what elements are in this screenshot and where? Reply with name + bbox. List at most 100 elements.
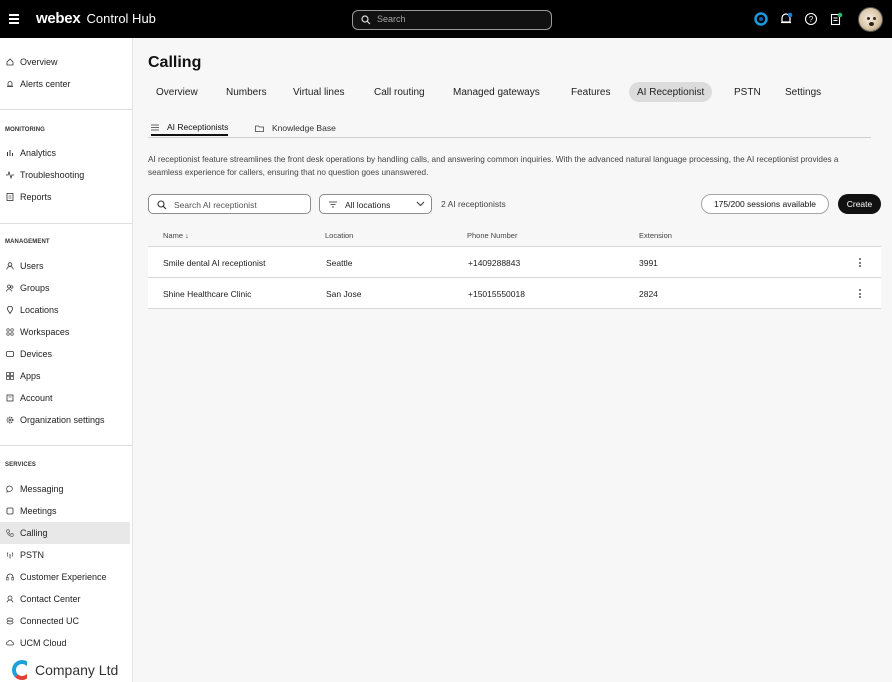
sidebar-item-meetings[interactable]: Meetings bbox=[0, 500, 130, 522]
cell-extension: 2824 bbox=[639, 289, 658, 299]
sidebar-divider bbox=[0, 109, 132, 110]
company-logo-icon bbox=[12, 660, 27, 680]
column-header-extension: Extension bbox=[639, 231, 672, 240]
row-more-options-icon[interactable] bbox=[859, 258, 862, 267]
list-icon bbox=[151, 124, 159, 130]
workspace-icon bbox=[6, 328, 14, 336]
gear-icon bbox=[6, 416, 14, 424]
feature-description: AI receptionist feature streamlines the … bbox=[148, 155, 839, 177]
cell-phone: +15015550018 bbox=[468, 289, 525, 299]
sidebar-item-groups[interactable]: Groups bbox=[0, 277, 130, 299]
cell-name: Smile dental AI receptionist bbox=[163, 258, 266, 268]
sidebar-item-account[interactable]: Account bbox=[0, 387, 130, 409]
section-label-management: MANAGEMENT bbox=[5, 239, 50, 245]
cell-phone: +1409288843 bbox=[468, 258, 521, 268]
table-row[interactable]: Smile dental AI receptionist Seattle +14… bbox=[148, 247, 881, 278]
device-icon bbox=[6, 350, 14, 358]
bell-icon bbox=[6, 80, 14, 88]
tasks-icon[interactable] bbox=[829, 12, 843, 26]
chevron-down-icon bbox=[416, 201, 425, 207]
tab-call-routing[interactable]: Call routing bbox=[366, 82, 433, 102]
company-logo: Company Ltd bbox=[12, 660, 118, 680]
sidebar-item-overview[interactable]: Overview bbox=[0, 51, 130, 73]
section-label-monitoring: MONITORING bbox=[5, 127, 45, 133]
user-avatar[interactable] bbox=[858, 7, 883, 32]
group-icon bbox=[6, 284, 14, 292]
pulse-icon bbox=[6, 171, 14, 179]
sidebar-item-workspaces[interactable]: Workspaces bbox=[0, 321, 130, 343]
headset-icon bbox=[6, 573, 14, 581]
row-more-options-icon[interactable] bbox=[859, 289, 862, 298]
search-ai-receptionist-input[interactable]: Search AI receptionist bbox=[148, 194, 311, 214]
column-header-location: Location bbox=[325, 231, 354, 240]
sidebar-divider bbox=[0, 445, 132, 446]
app-brand: webex Control Hub bbox=[36, 10, 156, 27]
sidebar-item-calling[interactable]: Calling bbox=[0, 522, 130, 544]
sidebar-item-locations[interactable]: Locations bbox=[0, 299, 130, 321]
sidebar-item-contact-center[interactable]: Contact Center bbox=[0, 588, 130, 610]
tab-ai-receptionist[interactable]: AI Receptionist bbox=[629, 82, 713, 102]
tab-features[interactable]: Features bbox=[563, 82, 618, 102]
column-header-phone-number: Phone Number bbox=[467, 231, 518, 240]
location-filter-select[interactable]: All locations bbox=[319, 194, 432, 214]
cell-name: Shine Healthcare Clinic bbox=[163, 289, 252, 299]
sessions-available-badge: 175/200 sessions available bbox=[701, 194, 829, 214]
sidebar-item-alerts-center[interactable]: Alerts center bbox=[0, 73, 130, 95]
home-icon bbox=[6, 58, 14, 66]
account-icon bbox=[6, 394, 14, 402]
sidebar-item-connected-uc[interactable]: Connected UC bbox=[0, 610, 130, 632]
sidebar-item-apps[interactable]: Apps bbox=[0, 365, 130, 387]
sidebar-item-users[interactable]: Users bbox=[0, 255, 130, 277]
apps-icon bbox=[6, 372, 14, 380]
receptionist-count: 2 AI receptionists bbox=[441, 199, 506, 209]
tab-pstn[interactable]: PSTN bbox=[726, 82, 769, 102]
sidebar-item-organization-settings[interactable]: Organization settings bbox=[0, 409, 130, 431]
filter-icon bbox=[329, 201, 337, 208]
sidebar-item-analytics[interactable]: Analytics bbox=[0, 142, 130, 164]
chat-icon bbox=[6, 485, 14, 493]
search-icon bbox=[157, 200, 167, 210]
connected-icon bbox=[6, 617, 14, 625]
global-search-input[interactable]: Search bbox=[352, 10, 552, 30]
sidebar-item-customer-experience[interactable]: Customer Experience bbox=[0, 566, 130, 588]
sidebar-divider bbox=[0, 223, 132, 224]
webex-assistant-icon[interactable] bbox=[754, 12, 768, 26]
subtab-ai-receptionists[interactable]: AI Receptionists bbox=[151, 120, 229, 136]
tab-numbers[interactable]: Numbers bbox=[218, 82, 275, 102]
sidebar-item-devices[interactable]: Devices bbox=[0, 343, 130, 365]
help-icon[interactable]: ? bbox=[804, 12, 818, 26]
sidebar-item-troubleshooting[interactable]: Troubleshooting bbox=[0, 164, 130, 186]
top-bar: webex Control Hub Search ? bbox=[0, 0, 892, 38]
sidebar-item-reports[interactable]: Reports bbox=[0, 186, 130, 208]
menu-icon[interactable] bbox=[9, 14, 19, 24]
cell-location: Seattle bbox=[326, 258, 353, 268]
subtab-knowledge-base[interactable]: Knowledge Base bbox=[255, 120, 336, 136]
report-icon bbox=[6, 193, 14, 201]
antenna-icon bbox=[6, 551, 14, 559]
tab-settings[interactable]: Settings bbox=[777, 82, 829, 102]
column-header-name[interactable]: Name ↓ bbox=[163, 231, 189, 240]
sidebar-item-pstn[interactable]: PSTN bbox=[0, 544, 130, 566]
notifications-icon[interactable] bbox=[779, 12, 793, 26]
meetings-icon bbox=[6, 507, 14, 515]
sidebar: Overview Alerts center MONITORING Analyt… bbox=[0, 38, 133, 682]
user-icon bbox=[6, 262, 14, 270]
contact-center-icon bbox=[6, 595, 14, 603]
page-title: Calling bbox=[148, 54, 202, 71]
cell-extension: 3991 bbox=[639, 258, 658, 268]
svg-text:?: ? bbox=[809, 15, 814, 24]
tab-overview[interactable]: Overview bbox=[148, 82, 206, 102]
subtabs-divider bbox=[148, 137, 871, 138]
cloud-icon bbox=[6, 639, 14, 647]
phone-icon bbox=[6, 529, 14, 537]
sidebar-item-ucm-cloud[interactable]: UCM Cloud bbox=[0, 632, 130, 654]
tab-virtual-lines[interactable]: Virtual lines bbox=[285, 82, 353, 102]
search-icon bbox=[361, 15, 371, 25]
table-row[interactable]: Shine Healthcare Clinic San Jose +150155… bbox=[148, 278, 881, 309]
create-button[interactable]: Create bbox=[838, 194, 881, 214]
tab-managed-gateways[interactable]: Managed gateways bbox=[445, 82, 548, 102]
folder-icon bbox=[255, 125, 264, 132]
chart-icon bbox=[6, 149, 14, 157]
location-icon bbox=[6, 306, 14, 314]
sidebar-item-messaging[interactable]: Messaging bbox=[0, 478, 130, 500]
